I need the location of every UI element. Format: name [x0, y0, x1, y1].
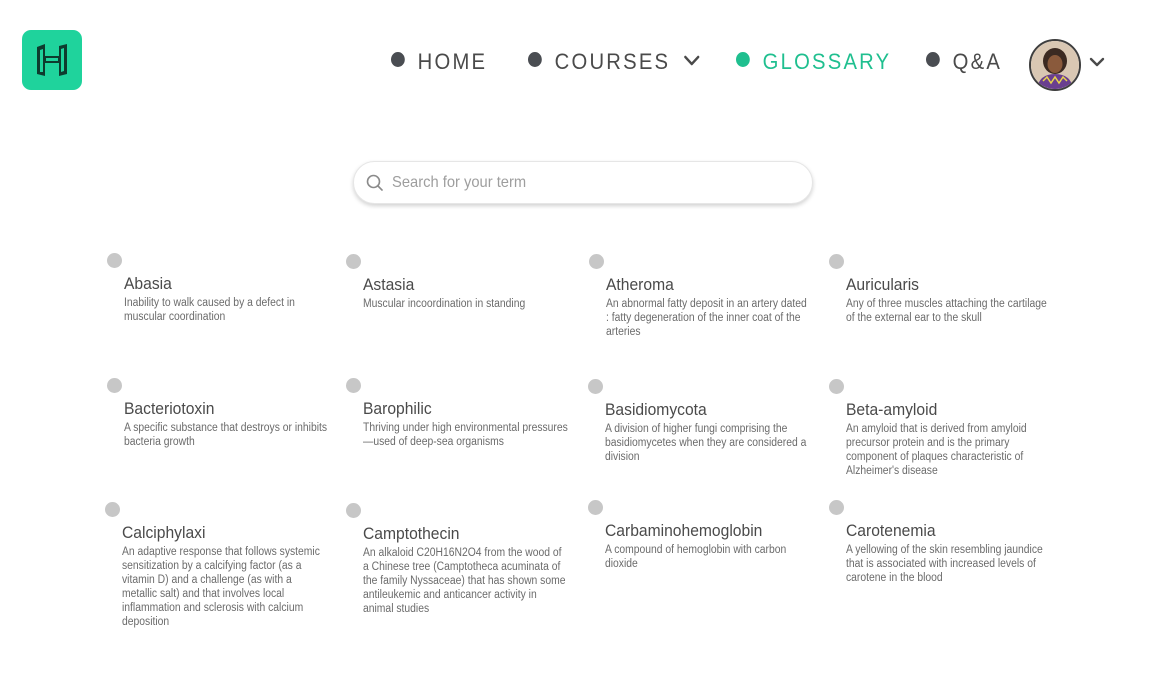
nav-dot-icon [528, 51, 542, 67]
term-bullet-icon [107, 253, 122, 268]
glossary-term[interactable]: Auricularis Any of three muscles attachi… [829, 254, 1061, 325]
term-title: Bacteriotoxin [124, 399, 215, 418]
term-bullet-icon [589, 254, 604, 269]
glossary-term[interactable]: Abasia Inability to walk caused by a def… [107, 253, 339, 324]
nav-dot-icon [736, 51, 750, 67]
search-icon [366, 174, 383, 191]
term-description: An abnormal fatty deposit in an artery d… [606, 298, 807, 338]
nav-home[interactable]: HOME [391, 44, 487, 80]
glossary-term[interactable]: Carotenemia A yellowing of the skin rese… [829, 500, 1061, 585]
nav-glossary-label: GLOSSARY [762, 49, 892, 74]
logo[interactable] [22, 30, 82, 90]
avatar[interactable] [1029, 39, 1081, 91]
term-bullet-icon [346, 503, 361, 518]
nav-dot-icon [926, 51, 940, 67]
term-description: An alkaloid C20H16N2O4 from the wood of … [363, 547, 566, 615]
term-title: Auricularis [846, 275, 920, 294]
glossary-term[interactable]: Beta-amyloid An amyloid that is derived … [829, 379, 1061, 478]
term-title: Astasia [363, 275, 415, 294]
term-title: Camptothecin [363, 524, 460, 543]
term-title: Atheroma [606, 275, 674, 294]
term-description: Thriving under high environmental pressu… [363, 422, 568, 448]
term-bullet-icon [588, 500, 603, 515]
term-bullet-icon [829, 500, 844, 515]
term-title: Beta-amyloid [846, 400, 938, 419]
nav-courses-label: COURSES [554, 49, 671, 74]
term-description: A yellowing of the skin resembling jaund… [846, 544, 1043, 584]
term-bullet-icon [829, 379, 844, 394]
chevron-down-icon[interactable] [1089, 56, 1105, 68]
nav-glossary[interactable]: GLOSSARY [736, 44, 891, 80]
nav-dot-icon [391, 51, 405, 67]
search-input[interactable] [392, 173, 760, 192]
term-title: Basidiomycota [605, 400, 707, 419]
glossary-term[interactable]: Camptothecin An alkaloid C20H16N2O4 from… [346, 503, 578, 616]
glossary-term[interactable]: Atheroma An abnormal fatty deposit in an… [589, 254, 821, 339]
chevron-down-icon[interactable] [683, 55, 700, 66]
term-bullet-icon [105, 502, 120, 517]
term-title: Calciphylaxi [122, 523, 206, 542]
term-description: Muscular incoordination in standing [363, 298, 526, 310]
term-description: An amyloid that is derived from amyloid … [846, 423, 1027, 477]
term-title: Carotenemia [846, 521, 936, 540]
term-bullet-icon [346, 378, 361, 393]
nav-qa-label: Q&A [952, 49, 1003, 74]
glossary-term[interactable]: Calciphylaxi An adaptive response that f… [105, 502, 337, 629]
term-bullet-icon [346, 254, 361, 269]
user-photo [1031, 41, 1079, 89]
glossary-term[interactable]: Barophilic Thriving under high environme… [346, 378, 578, 449]
nav-home-label: HOME [417, 49, 488, 74]
term-title: Abasia [124, 274, 172, 293]
search-bar [353, 161, 813, 204]
term-description: Inability to walk caused by a defect in … [124, 297, 295, 323]
term-description: A specific substance that destroys or in… [124, 422, 328, 448]
term-description: A compound of hemoglobin with carbon dio… [605, 544, 787, 570]
term-bullet-icon [829, 254, 844, 269]
term-title: Barophilic [363, 399, 432, 418]
term-description: A division of higher fungi comprising th… [605, 423, 807, 463]
nav-courses[interactable]: COURSES [528, 44, 700, 80]
logo-h-icon [37, 44, 67, 76]
term-title: Carbaminohemoglobin [605, 521, 763, 540]
glossary-term[interactable]: Basidiomycota A division of higher fungi… [588, 379, 820, 464]
glossary-term[interactable]: Bacteriotoxin A specific substance that … [107, 378, 339, 449]
glossary-term[interactable]: Carbaminohemoglobin A compound of hemogl… [588, 500, 820, 571]
nav-qa[interactable]: Q&A [926, 44, 1002, 80]
term-description: An adaptive response that follows system… [122, 546, 320, 628]
term-description: Any of three muscles attaching the carti… [846, 298, 1047, 324]
term-bullet-icon [107, 378, 122, 393]
term-bullet-icon [588, 379, 603, 394]
glossary-term[interactable]: Astasia Muscular incoordination in stand… [346, 254, 578, 311]
